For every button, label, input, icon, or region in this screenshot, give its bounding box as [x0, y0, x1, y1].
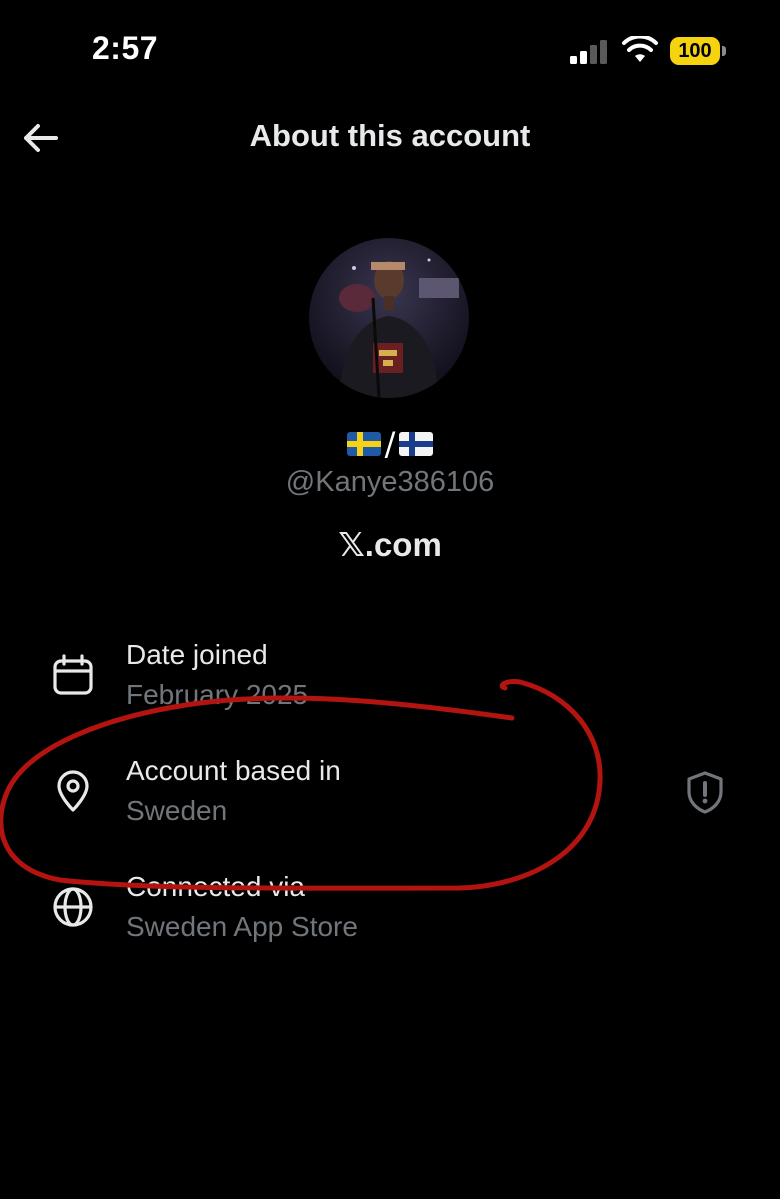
page-title: About this account — [249, 118, 531, 153]
sweden-flag-icon — [346, 432, 381, 456]
account-based-in-value: Sweden — [126, 795, 228, 826]
avatar-image — [309, 238, 469, 398]
date-joined-value: February 2025 — [126, 679, 309, 710]
connected-via-label: Connected via — [126, 871, 306, 902]
battery-tip — [722, 46, 726, 56]
site-label: 𝕏.com — [338, 526, 442, 563]
location-pin-icon — [57, 770, 89, 812]
status-time: 2:57 — [92, 30, 159, 66]
finland-flag-icon — [399, 432, 434, 456]
account-based-in-label: Account based in — [126, 755, 341, 786]
globe-icon — [53, 887, 93, 927]
connected-via-value: Sweden App Store — [126, 911, 358, 942]
username-handle: @Kanye386106 — [285, 466, 495, 498]
avatar[interactable] — [309, 238, 469, 398]
wifi-icon — [622, 36, 658, 62]
battery-indicator: 100 — [670, 37, 720, 65]
calendar-icon — [53, 654, 93, 695]
display-name-separator: / — [384, 425, 396, 463]
display-name: / — [0, 423, 780, 463]
red-highlight-circle — [0, 679, 603, 891]
cellular-signal-icon — [570, 40, 607, 64]
shield-alert-icon[interactable] — [684, 770, 726, 814]
date-joined-label: Date joined — [126, 639, 268, 670]
